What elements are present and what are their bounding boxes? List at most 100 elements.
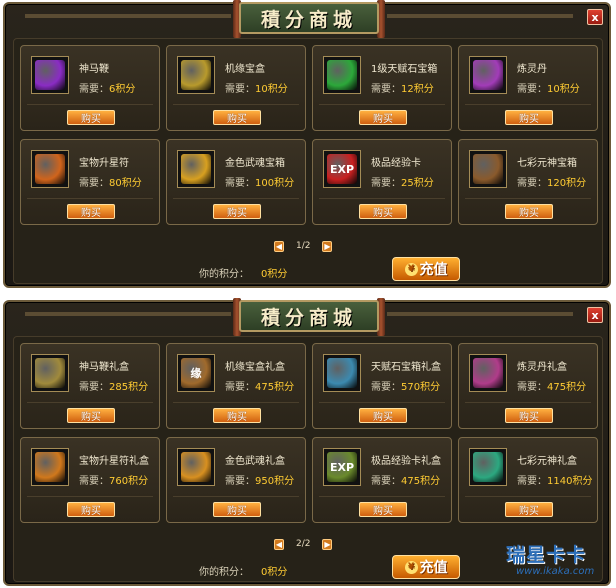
item-price: 需要：760积分 [79, 472, 148, 487]
shop-title: 積分商城 [239, 2, 379, 34]
divider [465, 104, 591, 105]
page-indicator: 1/2 [296, 241, 311, 251]
price-label: 需要： [225, 476, 255, 487]
exp-card-icon: EXP [327, 154, 357, 184]
price-label: 需要： [371, 382, 401, 393]
item-name: 金色武魂礼盒 [225, 456, 285, 467]
item-icon-frame[interactable] [31, 354, 69, 392]
item-name: 金色武魂宝箱 [225, 158, 285, 169]
divider [465, 198, 591, 199]
item-name: 极品经验卡礼盒 [371, 456, 441, 467]
item-price: 需要：10积分 [225, 80, 288, 95]
recharge-button[interactable]: ¥ 充值 [392, 555, 460, 579]
buy-button[interactable]: 购买 [67, 110, 115, 125]
item-icon-frame[interactable] [469, 354, 507, 392]
item-price: 需要：950积分 [225, 472, 294, 487]
price-value: 950积分 [255, 476, 295, 487]
divider [319, 104, 445, 105]
points-label: 你的积分： [199, 567, 249, 578]
item-card: 神马鞭 需要：6积分 购买 [20, 45, 160, 131]
item-price: 需要：475积分 [517, 378, 586, 393]
buy-button[interactable]: 购买 [67, 408, 115, 423]
gift-box-exp-icon: EXP [327, 452, 357, 482]
buy-button[interactable]: 购买 [505, 204, 553, 219]
item-icon-frame[interactable] [177, 56, 215, 94]
item-icon-frame[interactable]: EXP [323, 448, 361, 486]
buy-button[interactable]: 购买 [505, 110, 553, 125]
buy-button[interactable]: 购买 [359, 204, 407, 219]
purple-bowl-icon [35, 60, 65, 90]
item-icon-frame[interactable] [177, 150, 215, 188]
buy-button[interactable]: 购买 [359, 110, 407, 125]
item-card: 七彩元神宝箱 需要：120积分 购买 [458, 139, 598, 225]
price-value: 100积分 [255, 178, 295, 189]
item-name: 炼灵丹礼盒 [517, 362, 567, 373]
buy-button[interactable]: 购买 [359, 408, 407, 423]
item-icon-frame[interactable] [323, 56, 361, 94]
divider [319, 198, 445, 199]
price-label: 需要： [79, 178, 109, 189]
prev-page-button[interactable]: ◀ [274, 240, 284, 252]
item-card: 宝物升星符礼盒 需要：760积分 购买 [20, 437, 160, 523]
item-price: 需要：475积分 [225, 378, 294, 393]
points-value: 0积分 [261, 269, 288, 280]
buy-button[interactable]: 购买 [213, 204, 261, 219]
coin-icon: ¥ [404, 560, 418, 574]
item-price: 需要：25积分 [371, 174, 434, 189]
page-indicator: 2/2 [296, 539, 311, 549]
item-icon-frame[interactable] [469, 150, 507, 188]
item-icon-frame[interactable] [469, 448, 507, 486]
gift-box-seal-icon: 缘 [181, 358, 211, 388]
item-name: 神马鞭礼盒 [79, 362, 129, 373]
item-card: 炼灵丹礼盒 需要：475积分 购买 [458, 343, 598, 429]
item-icon-frame[interactable] [177, 448, 215, 486]
item-price: 需要：6积分 [79, 80, 135, 95]
price-label: 需要： [225, 178, 255, 189]
item-icon-frame[interactable]: 缘 [177, 354, 215, 392]
item-icon-frame[interactable] [31, 448, 69, 486]
item-icon-frame[interactable]: EXP [323, 150, 361, 188]
next-page-button[interactable]: ▶ [322, 240, 333, 252]
item-name: 机缘宝盒礼盒 [225, 362, 285, 373]
title-rail-right [387, 312, 573, 316]
buy-button[interactable]: 购买 [213, 408, 261, 423]
close-button[interactable]: x [587, 9, 603, 25]
item-grid: 神马鞭礼盒 需要：285积分 购买 缘 机缘宝盒礼盒 需要：475积分 购买 天… [20, 343, 598, 525]
buy-button[interactable]: 购买 [213, 502, 261, 517]
divider [319, 496, 445, 497]
next-page-button[interactable]: ▶ [322, 538, 333, 550]
divider [465, 402, 591, 403]
shop-content-area: 神马鞭 需要：6积分 购买 机缘宝盒 需要：10积分 购买 1级天赋石宝箱 需要… [13, 38, 603, 284]
buy-button[interactable]: 购买 [213, 110, 261, 125]
buy-button[interactable]: 购买 [67, 502, 115, 517]
close-button[interactable]: x [587, 307, 603, 323]
divider [27, 104, 153, 105]
recharge-button[interactable]: ¥ 充值 [392, 257, 460, 281]
price-label: 需要： [371, 178, 401, 189]
buy-button[interactable]: 购买 [67, 204, 115, 219]
price-label: 需要： [79, 476, 109, 487]
item-name: 七彩元神宝箱 [517, 158, 577, 169]
buy-button[interactable]: 购买 [505, 502, 553, 517]
item-name: 神马鞭 [79, 64, 109, 75]
item-icon-frame[interactable] [469, 56, 507, 94]
item-icon-frame[interactable] [323, 354, 361, 392]
item-icon-frame[interactable] [31, 56, 69, 94]
item-name: 七彩元神礼盒 [517, 456, 577, 467]
gold-box-icon [181, 60, 211, 90]
divider [27, 496, 153, 497]
price-label: 需要： [225, 382, 255, 393]
buy-button[interactable]: 购买 [505, 408, 553, 423]
buy-button[interactable]: 购买 [359, 502, 407, 517]
watermark-logo: 瑞星卡卡 www.ikaka.com [492, 532, 610, 584]
item-price: 需要：570积分 [371, 378, 440, 393]
price-value: 475积分 [255, 382, 295, 393]
price-label: 需要： [517, 178, 547, 189]
item-icon-frame[interactable] [31, 150, 69, 188]
title-rail-right [387, 14, 573, 18]
item-price: 需要：120积分 [517, 174, 586, 189]
prev-page-button[interactable]: ◀ [274, 538, 284, 550]
price-value: 475积分 [401, 476, 441, 487]
item-card: 缘 机缘宝盒礼盒 需要：475积分 购买 [166, 343, 306, 429]
pill-orb-icon [473, 60, 503, 90]
